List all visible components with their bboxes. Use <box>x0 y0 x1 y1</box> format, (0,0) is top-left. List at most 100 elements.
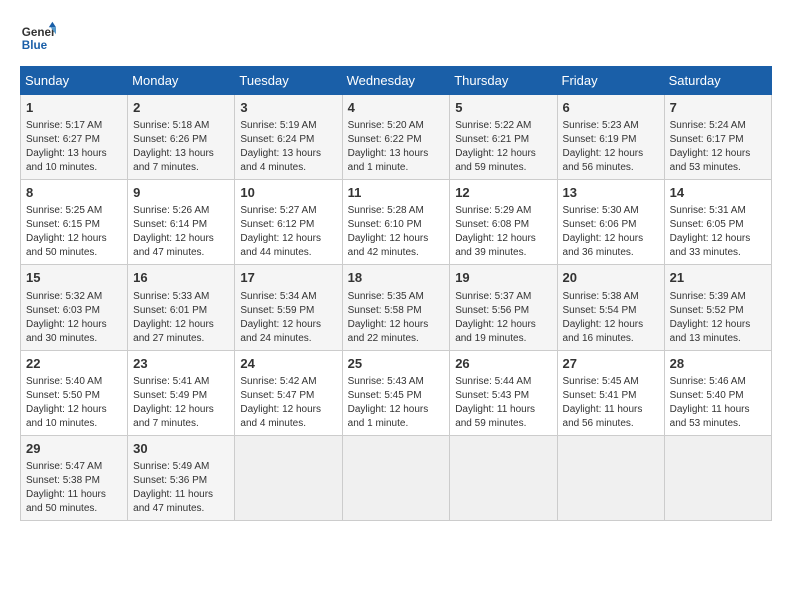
day-info: Sunrise: 5:37 AM Sunset: 5:56 PM Dayligh… <box>455 290 551 346</box>
day-info: Sunrise: 5:19 AM Sunset: 6:24 PM Dayligh… <box>240 119 336 175</box>
svg-text:Blue: Blue <box>22 39 48 52</box>
day-info: Sunrise: 5:33 AM Sunset: 6:01 PM Dayligh… <box>133 290 229 346</box>
day-info: Sunrise: 5:43 AM Sunset: 5:45 PM Dayligh… <box>348 375 445 431</box>
day-number: 10 <box>240 184 336 202</box>
calendar-cell: 24 Sunrise: 5:42 AM Sunset: 5:47 PM Dayli… <box>235 350 342 435</box>
day-info: Sunrise: 5:23 AM Sunset: 6:19 PM Dayligh… <box>563 119 659 175</box>
day-info: Sunrise: 5:44 AM Sunset: 5:43 PM Dayligh… <box>455 375 551 431</box>
svg-text:General: General <box>22 26 56 39</box>
column-header-monday: Monday <box>128 67 235 95</box>
column-header-saturday: Saturday <box>664 67 771 95</box>
calendar-cell: 13Sunrise: 5:30 AM Sunset: 6:06 PM Dayli… <box>557 180 664 265</box>
calendar-cell: 18 Sunrise: 5:35 AM Sunset: 5:58 PM Dayli… <box>342 265 450 350</box>
day-info: Sunrise: 5:17 AM Sunset: 6:27 PM Dayligh… <box>26 119 122 175</box>
calendar-table: SundayMondayTuesdayWednesdayThursdayFrid… <box>20 66 772 521</box>
calendar-cell: 8 Sunrise: 5:25 AM Sunset: 6:15 PM Daylig… <box>21 180 128 265</box>
column-header-wednesday: Wednesday <box>342 67 450 95</box>
day-info: Sunrise: 5:30 AM Sunset: 6:06 PM Dayligh… <box>563 204 659 260</box>
day-info: Sunrise: 5:39 AM Sunset: 5:52 PM Dayligh… <box>670 290 766 346</box>
calendar-cell: 9 Sunrise: 5:26 AM Sunset: 6:14 PM Daylig… <box>128 180 235 265</box>
day-number: 4 <box>348 99 445 117</box>
calendar-cell: 27 Sunrise: 5:45 AM Sunset: 5:41 PM Dayli… <box>557 350 664 435</box>
calendar-cell <box>557 435 664 520</box>
day-number: 19 <box>455 269 551 287</box>
day-info: Sunrise: 5:26 AM Sunset: 6:14 PM Dayligh… <box>133 204 229 260</box>
calendar-week-row: 15Sunrise: 5:32 AM Sunset: 6:03 PM Dayli… <box>21 265 772 350</box>
calendar-week-row: 22Sunrise: 5:40 AM Sunset: 5:50 PM Dayli… <box>21 350 772 435</box>
calendar-cell: 6 Sunrise: 5:23 AM Sunset: 6:19 PM Daylig… <box>557 95 664 180</box>
day-info: Sunrise: 5:28 AM Sunset: 6:10 PM Dayligh… <box>348 204 445 260</box>
day-number: 27 <box>563 355 659 373</box>
day-info: Sunrise: 5:20 AM Sunset: 6:22 PM Dayligh… <box>348 119 445 175</box>
calendar-cell: 25 Sunrise: 5:43 AM Sunset: 5:45 PM Dayli… <box>342 350 450 435</box>
day-number: 16 <box>133 269 229 287</box>
calendar-cell: 30 Sunrise: 5:49 AM Sunset: 5:36 PM Dayli… <box>128 435 235 520</box>
day-info: Sunrise: 5:32 AM Sunset: 6:03 PM Dayligh… <box>26 290 122 346</box>
day-info: Sunrise: 5:41 AM Sunset: 5:49 PM Dayligh… <box>133 375 229 431</box>
column-header-friday: Friday <box>557 67 664 95</box>
day-info: Sunrise: 5:27 AM Sunset: 6:12 PM Dayligh… <box>240 204 336 260</box>
calendar-cell: 2Sunrise: 5:18 AM Sunset: 6:26 PM Daylig… <box>128 95 235 180</box>
calendar-cell <box>342 435 450 520</box>
day-info: Sunrise: 5:35 AM Sunset: 5:58 PM Dayligh… <box>348 290 445 346</box>
calendar-week-row: 29Sunrise: 5:47 AM Sunset: 5:38 PM Dayli… <box>21 435 772 520</box>
day-info: Sunrise: 5:45 AM Sunset: 5:41 PM Dayligh… <box>563 375 659 431</box>
calendar-header-row: SundayMondayTuesdayWednesdayThursdayFrid… <box>21 67 772 95</box>
day-number: 14 <box>670 184 766 202</box>
calendar-cell: 7 Sunrise: 5:24 AM Sunset: 6:17 PM Daylig… <box>664 95 771 180</box>
day-number: 12 <box>455 184 551 202</box>
day-info: Sunrise: 5:49 AM Sunset: 5:36 PM Dayligh… <box>133 460 229 516</box>
calendar-cell <box>450 435 557 520</box>
calendar-week-row: 8 Sunrise: 5:25 AM Sunset: 6:15 PM Daylig… <box>21 180 772 265</box>
calendar-cell: 15Sunrise: 5:32 AM Sunset: 6:03 PM Dayli… <box>21 265 128 350</box>
calendar-cell: 23 Sunrise: 5:41 AM Sunset: 5:49 PM Dayli… <box>128 350 235 435</box>
calendar-cell: 14 Sunrise: 5:31 AM Sunset: 6:05 PM Dayli… <box>664 180 771 265</box>
day-number: 21 <box>670 269 766 287</box>
calendar-cell: 4 Sunrise: 5:20 AM Sunset: 6:22 PM Daylig… <box>342 95 450 180</box>
day-number: 8 <box>26 184 122 202</box>
column-header-tuesday: Tuesday <box>235 67 342 95</box>
day-number: 18 <box>348 269 445 287</box>
calendar-cell: 21 Sunrise: 5:39 AM Sunset: 5:52 PM Dayli… <box>664 265 771 350</box>
day-number: 22 <box>26 355 122 373</box>
calendar-cell: 1 Sunrise: 5:17 AM Sunset: 6:27 PM Daylig… <box>21 95 128 180</box>
day-info: Sunrise: 5:29 AM Sunset: 6:08 PM Dayligh… <box>455 204 551 260</box>
day-info: Sunrise: 5:25 AM Sunset: 6:15 PM Dayligh… <box>26 204 122 260</box>
day-number: 23 <box>133 355 229 373</box>
day-number: 7 <box>670 99 766 117</box>
day-number: 17 <box>240 269 336 287</box>
day-number: 30 <box>133 440 229 458</box>
day-number: 28 <box>670 355 766 373</box>
day-number: 25 <box>348 355 445 373</box>
day-info: Sunrise: 5:22 AM Sunset: 6:21 PM Dayligh… <box>455 119 551 175</box>
day-number: 26 <box>455 355 551 373</box>
calendar-cell: 28 Sunrise: 5:46 AM Sunset: 5:40 PM Dayli… <box>664 350 771 435</box>
column-header-thursday: Thursday <box>450 67 557 95</box>
day-number: 9 <box>133 184 229 202</box>
day-number: 24 <box>240 355 336 373</box>
logo-icon: General Blue <box>20 20 56 56</box>
calendar-cell: 20 Sunrise: 5:38 AM Sunset: 5:54 PM Dayli… <box>557 265 664 350</box>
column-header-sunday: Sunday <box>21 67 128 95</box>
calendar-cell: 11Sunrise: 5:28 AM Sunset: 6:10 PM Dayli… <box>342 180 450 265</box>
day-number: 1 <box>26 99 122 117</box>
calendar-cell <box>664 435 771 520</box>
day-number: 5 <box>455 99 551 117</box>
day-info: Sunrise: 5:47 AM Sunset: 5:38 PM Dayligh… <box>26 460 122 516</box>
calendar-cell: 26 Sunrise: 5:44 AM Sunset: 5:43 PM Dayli… <box>450 350 557 435</box>
calendar-cell <box>235 435 342 520</box>
calendar-cell: 19 Sunrise: 5:37 AM Sunset: 5:56 PM Dayli… <box>450 265 557 350</box>
day-number: 20 <box>563 269 659 287</box>
day-info: Sunrise: 5:46 AM Sunset: 5:40 PM Dayligh… <box>670 375 766 431</box>
day-info: Sunrise: 5:42 AM Sunset: 5:47 PM Dayligh… <box>240 375 336 431</box>
day-info: Sunrise: 5:24 AM Sunset: 6:17 PM Dayligh… <box>670 119 766 175</box>
calendar-cell: 3 Sunrise: 5:19 AM Sunset: 6:24 PM Daylig… <box>235 95 342 180</box>
calendar-cell: 10 Sunrise: 5:27 AM Sunset: 6:12 PM Dayli… <box>235 180 342 265</box>
calendar-cell: 29Sunrise: 5:47 AM Sunset: 5:38 PM Dayli… <box>21 435 128 520</box>
day-number: 6 <box>563 99 659 117</box>
day-number: 2 <box>133 99 229 117</box>
day-info: Sunrise: 5:31 AM Sunset: 6:05 PM Dayligh… <box>670 204 766 260</box>
day-info: Sunrise: 5:34 AM Sunset: 5:59 PM Dayligh… <box>240 290 336 346</box>
day-info: Sunrise: 5:38 AM Sunset: 5:54 PM Dayligh… <box>563 290 659 346</box>
day-number: 3 <box>240 99 336 117</box>
